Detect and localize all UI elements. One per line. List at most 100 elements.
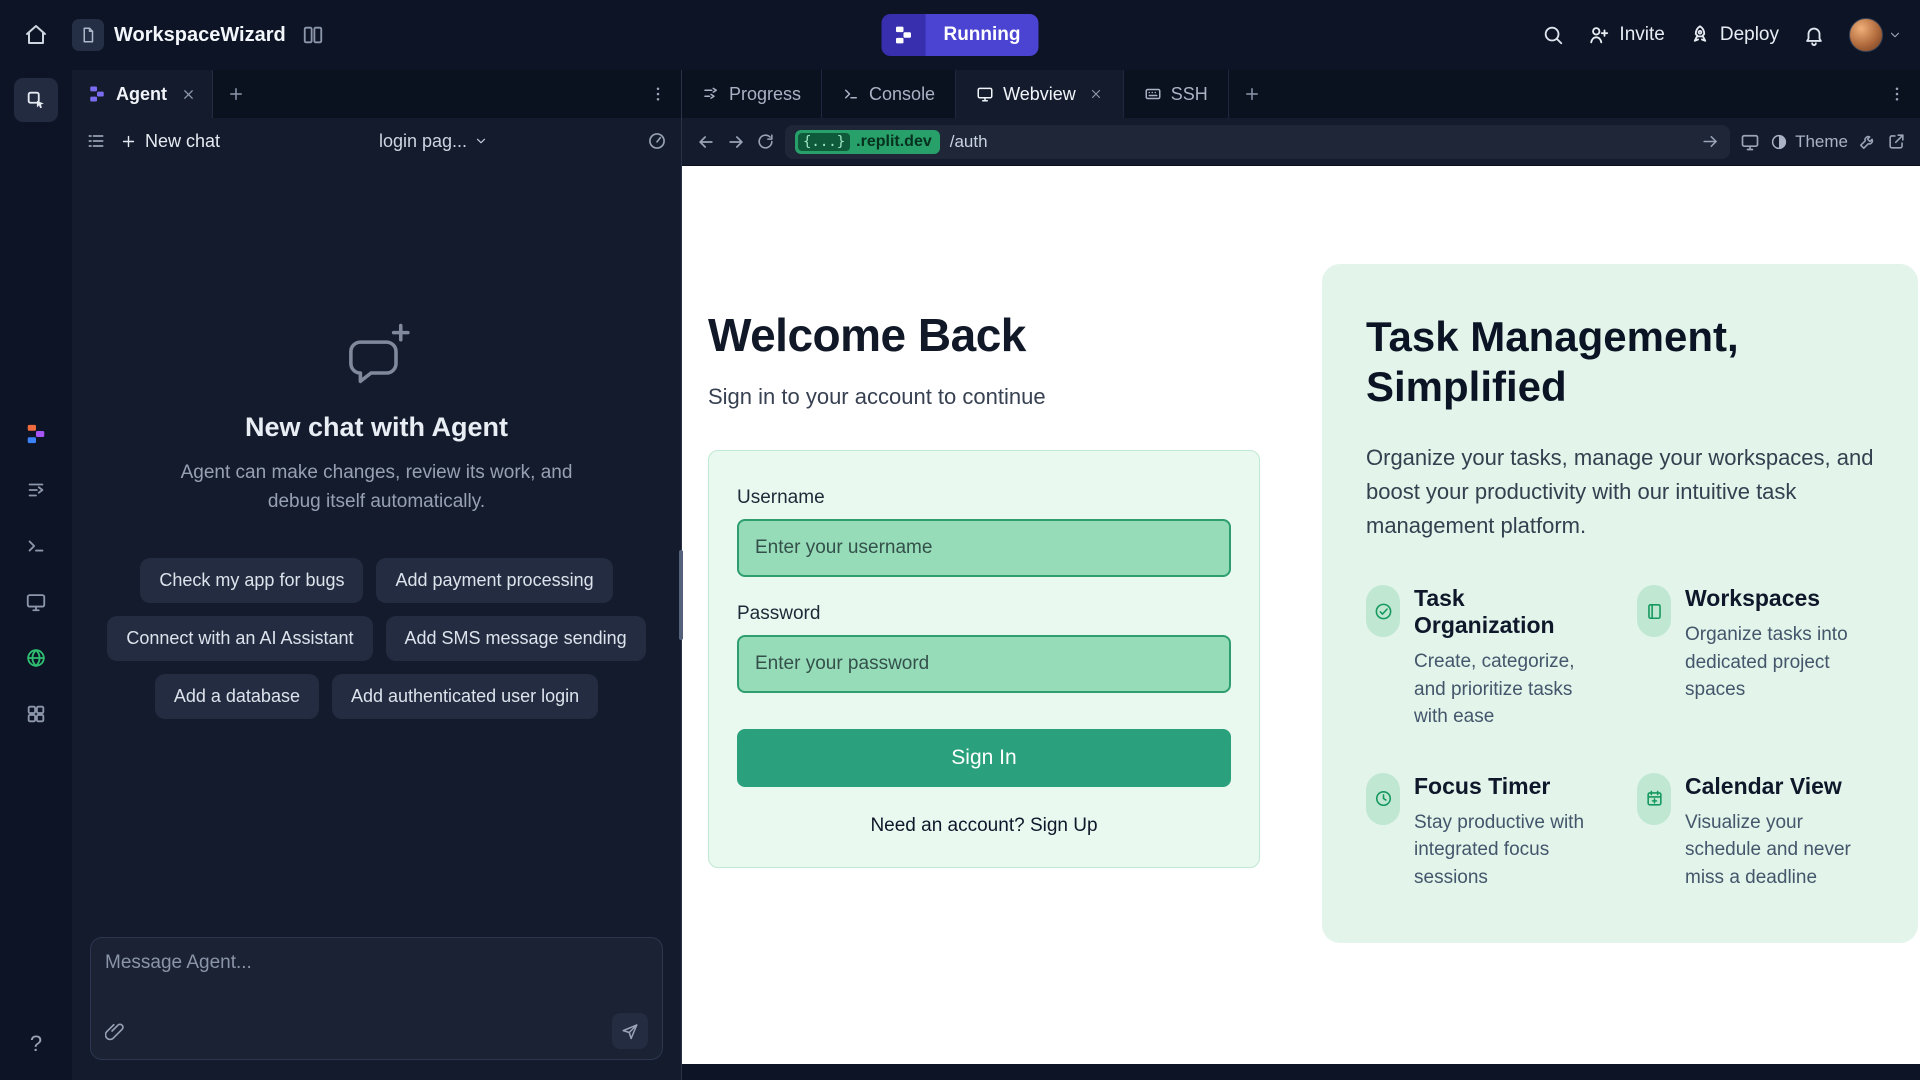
- webview-page: Welcome Back Sign in to your account to …: [682, 166, 1920, 1064]
- sign-in-button[interactable]: Sign In: [737, 729, 1231, 787]
- suggestion-chip[interactable]: Connect with an AI Assistant: [107, 616, 372, 661]
- new-tab-button[interactable]: [1229, 70, 1275, 118]
- globe-icon: [25, 647, 47, 669]
- feature-description: Visualize your schedule and never miss a…: [1685, 809, 1874, 892]
- feature-title: Calendar View: [1685, 773, 1874, 800]
- devtools-icon[interactable]: [1740, 132, 1760, 152]
- file-icon: [72, 19, 104, 51]
- tab-webview[interactable]: Webview: [956, 70, 1124, 118]
- grid-icon: [25, 703, 47, 725]
- message-composer[interactable]: [90, 937, 663, 1060]
- back-icon[interactable]: [696, 132, 716, 152]
- check-circle-icon: [1366, 585, 1400, 637]
- agent-rail-button[interactable]: [14, 412, 58, 456]
- project-name: WorkspaceWizard: [114, 24, 286, 47]
- promo-card: Task Management, Simplified Organize you…: [1322, 264, 1918, 943]
- monitor-icon: [976, 85, 994, 103]
- account-menu[interactable]: [1849, 18, 1902, 52]
- url-input[interactable]: {...} .replit.dev /auth: [785, 125, 1730, 159]
- project-switcher[interactable]: WorkspaceWizard: [72, 19, 286, 51]
- message-input[interactable]: [105, 952, 648, 1008]
- progress-icon: [702, 85, 720, 103]
- login-card: Username Password Sign In Need an accoun…: [708, 450, 1260, 868]
- pointer-tool-button[interactable]: [14, 78, 58, 122]
- invite-label: Invite: [1619, 24, 1664, 46]
- agent-empty-state: New chat with Agent Agent can make chang…: [72, 138, 681, 897]
- tab-ssh[interactable]: SSH: [1124, 70, 1229, 118]
- feature-description: Create, categorize, and prioritize tasks…: [1414, 648, 1603, 731]
- replit-agent-icon: [25, 423, 47, 445]
- feature-item: Workspaces Organize tasks into dedicated…: [1637, 585, 1874, 731]
- webview: Welcome Back Sign in to your account to …: [682, 166, 1920, 1080]
- agent-tab-bar: Agent: [72, 70, 681, 118]
- run-status-badge[interactable]: Running: [881, 14, 1038, 56]
- deploy-button[interactable]: Deploy: [1689, 24, 1779, 46]
- search-icon[interactable]: [1542, 24, 1564, 46]
- invite-button[interactable]: Invite: [1588, 24, 1664, 46]
- help-button[interactable]: ?: [14, 1022, 58, 1066]
- dev-url-chip[interactable]: {...} .replit.dev: [795, 130, 940, 154]
- tab-console[interactable]: Console: [822, 70, 956, 118]
- username-label: Username: [737, 487, 1231, 509]
- reload-icon[interactable]: [756, 132, 775, 151]
- password-field[interactable]: [737, 635, 1231, 693]
- login-section: Welcome Back Sign in to your account to …: [708, 264, 1260, 943]
- home-icon: [24, 23, 48, 47]
- suggestion-chips: Check my app for bugs Add payment proces…: [94, 558, 660, 719]
- webview-rail-button[interactable]: [14, 580, 58, 624]
- workflows-rail-button[interactable]: [14, 468, 58, 512]
- home-button[interactable]: [0, 23, 72, 47]
- feature-title: Workspaces: [1685, 585, 1874, 612]
- notifications-bell-icon[interactable]: [1803, 24, 1825, 46]
- suggestion-chip[interactable]: Add SMS message sending: [386, 616, 646, 661]
- rocket-icon: [1689, 24, 1711, 46]
- page-title: Welcome Back: [708, 308, 1260, 362]
- replit-logo-icon: [881, 14, 925, 56]
- send-button[interactable]: [612, 1013, 648, 1049]
- all-tools-rail-button[interactable]: [14, 692, 58, 736]
- paperclip-icon[interactable]: [105, 1021, 125, 1041]
- username-field[interactable]: [737, 519, 1231, 577]
- feature-title: Focus Timer: [1414, 773, 1603, 800]
- scrollbar-thumb[interactable]: [679, 550, 683, 640]
- left-rail: ?: [0, 70, 72, 1080]
- suggestion-chip[interactable]: Check my app for bugs: [140, 558, 363, 603]
- wrench-icon[interactable]: [1858, 132, 1877, 151]
- feature-description: Stay productive with integrated focus se…: [1414, 809, 1603, 892]
- keyboard-icon: [1144, 85, 1162, 103]
- forward-icon[interactable]: [726, 132, 746, 152]
- tab-ssh-label: SSH: [1171, 84, 1208, 105]
- close-icon[interactable]: [1089, 87, 1103, 101]
- suggestion-chip[interactable]: Add payment processing: [376, 558, 612, 603]
- workspace-panel-menu-button[interactable]: [1874, 70, 1920, 118]
- workspace-panel: Progress Console Webview: [682, 70, 1920, 1080]
- layout-columns-icon[interactable]: [302, 24, 324, 46]
- tab-agent[interactable]: Agent: [72, 70, 213, 118]
- theme-button[interactable]: Theme: [1770, 132, 1848, 152]
- workflow-icon: [25, 479, 47, 501]
- close-icon[interactable]: [181, 87, 196, 102]
- sign-up-link[interactable]: Need an account? Sign Up: [737, 815, 1231, 837]
- external-link-icon[interactable]: [1887, 132, 1906, 151]
- tab-webview-label: Webview: [1003, 84, 1076, 105]
- suggestion-chip[interactable]: Add authenticated user login: [332, 674, 598, 719]
- suggestion-chip[interactable]: Add a database: [155, 674, 319, 719]
- arrow-right-icon[interactable]: [1701, 132, 1720, 151]
- theme-label: Theme: [1795, 132, 1848, 152]
- clock-icon: [1366, 773, 1400, 825]
- url-host-prefix: {...}: [798, 133, 850, 151]
- tab-agent-label: Agent: [116, 84, 167, 105]
- deployments-rail-button[interactable]: [14, 636, 58, 680]
- chat-plus-icon: [339, 316, 415, 392]
- calendar-plus-icon: [1637, 773, 1671, 825]
- new-tab-button[interactable]: [213, 70, 259, 118]
- book-icon: [1637, 585, 1671, 637]
- feature-item: Focus Timer Stay productive with integra…: [1366, 773, 1603, 892]
- empty-state-description: Agent can make changes, review its work,…: [157, 459, 597, 516]
- agent-panel-menu-button[interactable]: [635, 70, 681, 118]
- tab-progress[interactable]: Progress: [682, 70, 822, 118]
- avatar: [1849, 18, 1883, 52]
- terminal-icon: [25, 535, 47, 557]
- shell-rail-button[interactable]: [14, 524, 58, 568]
- webview-urlbar: {...} .replit.dev /auth Theme: [682, 118, 1920, 166]
